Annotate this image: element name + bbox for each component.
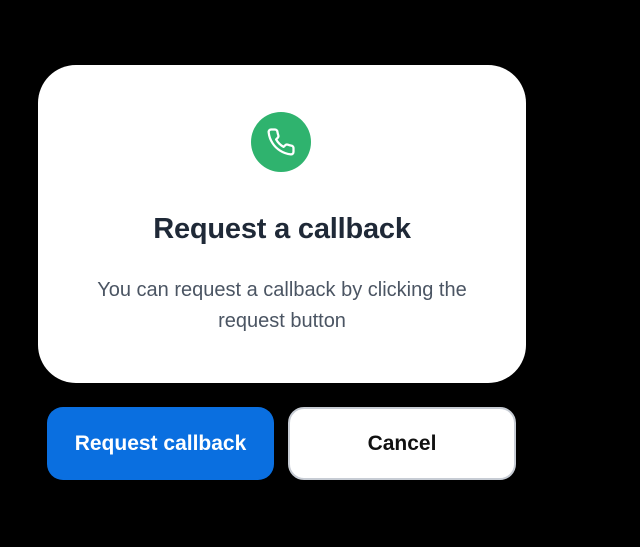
- cancel-button[interactable]: Cancel: [288, 407, 516, 480]
- dialog-title: Request a callback: [153, 213, 411, 245]
- phone-icon: [267, 128, 295, 156]
- dialog-description: You can request a callback by clicking t…: [97, 279, 467, 332]
- request-callback-button[interactable]: Request callback: [47, 407, 274, 480]
- callback-dialog: Request a callback You can request a cal…: [38, 65, 526, 383]
- phone-icon-badge: [251, 112, 311, 172]
- screen: Request a callback You can request a cal…: [0, 0, 640, 547]
